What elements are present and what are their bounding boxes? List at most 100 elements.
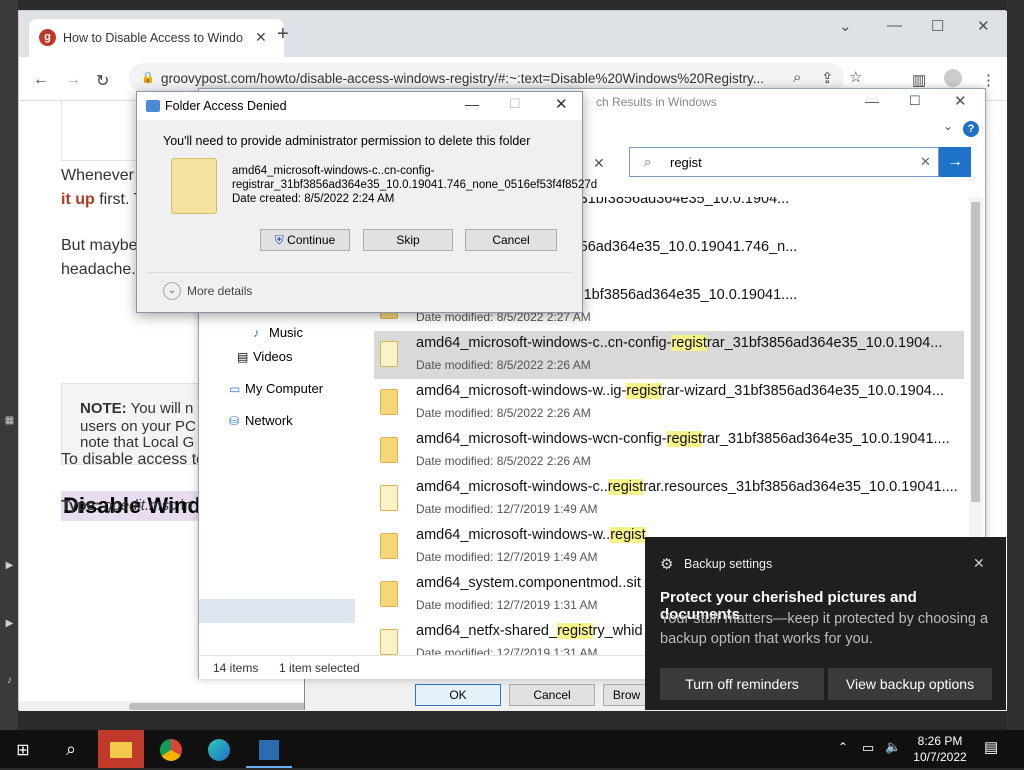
side-panel-icon[interactable]: ▥ <box>912 71 926 89</box>
note-text: note that Local G <box>80 434 195 451</box>
list-item[interactable]: amd64_microsoft-windows-c..cn-config-reg… <box>374 331 964 379</box>
nav-item-videos[interactable]: ▤ Videos <box>237 349 293 364</box>
dialog-title: Folder Access Denied <box>165 99 287 113</box>
ok-button[interactable]: OK <box>415 684 501 706</box>
network-tray-icon[interactable]: ▭ <box>862 740 874 756</box>
uac-shield-icon: ⛨ <box>274 233 284 247</box>
play-icon: ▶ <box>5 560 14 571</box>
profile-avatar-icon[interactable] <box>944 69 962 87</box>
url-text[interactable]: groovypost.com/howto/disable-access-wind… <box>161 71 801 86</box>
explorer-title: ch Results in Windows <box>596 95 717 109</box>
dialog-title-bar: Folder Access Denied — ☐ ✕ <box>137 92 582 120</box>
menu-kebab-icon[interactable]: ⋮ <box>981 71 996 89</box>
clock-date: 10/7/2022 <box>913 750 967 764</box>
scroll-thumb[interactable] <box>971 202 980 502</box>
nav-label: Videos <box>253 349 293 364</box>
chevron-up-icon[interactable]: ⌃ <box>838 740 848 754</box>
note-text: users on your PC <box>80 418 196 435</box>
tab-title: How to Disable Access to Windo <box>63 31 243 45</box>
list-item[interactable]: amd64_microsoft-windows-wcn-config-regis… <box>374 427 964 475</box>
item-date: Date modified: 12/7/2019 1:31 AM <box>416 598 598 612</box>
cancel-button[interactable]: Cancel <box>465 229 557 251</box>
share-icon[interactable]: ⇪ <box>821 69 834 87</box>
list-item[interactable]: amd64_microsoft-windows-w..ig-registrar-… <box>374 379 964 427</box>
more-details-label: More details <box>187 284 253 298</box>
nav-item-music[interactable]: ♪ Music <box>253 325 303 340</box>
forward-button[interactable]: → <box>65 71 81 89</box>
search-button[interactable]: ⌕ <box>48 730 94 768</box>
article-text: headache. <box>61 261 136 278</box>
reload-button[interactable]: ↻ <box>96 71 109 91</box>
underlying-dialog-buttons: OK Cancel Brow <box>304 678 649 710</box>
continue-label: Continue <box>287 233 336 247</box>
favicon-icon: g <box>39 29 56 46</box>
search-input[interactable]: ⌕ regist ✕ <box>629 147 939 177</box>
folder-icon <box>380 581 398 607</box>
item-name: amd64_microsoft-windows-w..ig-registrar-… <box>416 383 944 399</box>
folder-icon <box>380 629 398 655</box>
maximize-button[interactable]: ☐ <box>909 93 921 109</box>
nav-item-my-computer[interactable]: ▭ My Computer <box>229 381 323 396</box>
help-icon[interactable]: ? <box>963 121 979 137</box>
close-window-button[interactable]: ✕ <box>977 17 990 35</box>
close-notification-button[interactable]: ✕ <box>973 555 985 572</box>
close-window-button[interactable]: ✕ <box>954 92 967 110</box>
clock[interactable]: 8:26 PM 10/7/2022 <box>905 733 975 765</box>
maximize-button[interactable]: ☐ <box>931 17 944 35</box>
zoom-search-icon[interactable]: ⌕ <box>793 69 801 86</box>
nav-selection-highlight <box>199 599 355 623</box>
taskbar-app[interactable] <box>246 730 292 768</box>
chevron-down-icon[interactable]: ⌄ <box>943 119 953 133</box>
windows-logo-icon: ⊞ <box>16 742 30 759</box>
app-icon <box>259 740 279 761</box>
start-button[interactable]: ⊞ <box>0 730 46 768</box>
search-go-button[interactable]: → <box>939 147 971 177</box>
turn-off-reminders-button[interactable]: Turn off reminders <box>660 668 824 700</box>
video-icon: ▤ <box>237 350 249 364</box>
minimize-button[interactable]: — <box>465 96 479 112</box>
network-icon: ⛁ <box>229 414 240 428</box>
close-tab-icon[interactable]: ✕ <box>255 29 267 46</box>
view-backup-options-button[interactable]: View backup options <box>828 668 992 700</box>
search-icon: ⌕ <box>644 154 652 169</box>
back-button[interactable]: ← <box>33 71 49 89</box>
folder-icon <box>380 389 398 415</box>
nav-item-network[interactable]: ⛁ Network <box>229 413 293 428</box>
play-icon: ▶ <box>5 618 14 629</box>
taskbar-edge[interactable] <box>196 730 242 768</box>
browser-tab[interactable]: g How to Disable Access to Windo ✕ <box>29 19 284 57</box>
minimize-button[interactable]: — <box>865 93 879 109</box>
minimize-button[interactable]: — <box>887 17 902 34</box>
chevron-down-icon[interactable]: ⌄ <box>839 17 852 35</box>
note-text: You will n <box>126 400 194 417</box>
bookmark-star-icon[interactable]: ☆ <box>849 68 862 86</box>
folder-icon <box>380 533 398 559</box>
music-icon: ♪ <box>7 675 12 686</box>
folder-transfer-icon <box>146 100 160 112</box>
list-item[interactable]: amd64_microsoft-windows-c..registrar.res… <box>374 475 964 523</box>
cancel-button[interactable]: Cancel <box>509 684 595 706</box>
skip-button[interactable]: Skip <box>363 229 453 251</box>
search-icon: ⌕ <box>65 739 77 759</box>
music-icon: ♪ <box>253 326 259 340</box>
article-link[interactable]: it up <box>61 191 95 208</box>
desktop-right-strip <box>1006 0 1024 730</box>
volume-icon[interactable]: 🔈 <box>885 739 901 755</box>
browse-button[interactable]: Brow <box>603 684 649 706</box>
folder-icon <box>110 742 132 759</box>
continue-button[interactable]: ⛨ Continue <box>260 229 350 251</box>
clock-time: 8:26 PM <box>917 734 963 748</box>
taskbar-chrome[interactable] <box>148 730 194 768</box>
notification-center-icon[interactable]: ▤ <box>984 738 998 756</box>
chevron-down-icon: ⌄ <box>163 282 181 300</box>
new-tab-button[interactable]: + <box>277 23 289 46</box>
search-value: regist <box>670 155 702 170</box>
item-date: Date modified: 12/7/2019 1:49 AM <box>416 550 598 564</box>
date-created: Date created: 8/5/2022 2:24 AM <box>232 193 395 205</box>
close-dialog-button[interactable]: ✕ <box>555 95 568 113</box>
clear-address-icon[interactable]: ✕ <box>593 155 605 172</box>
more-details-toggle[interactable]: ⌄ More details <box>163 282 253 300</box>
taskbar-file-explorer[interactable] <box>98 730 144 768</box>
item-date: Date modified: 8/5/2022 2:26 AM <box>416 406 591 420</box>
clear-search-icon[interactable]: ✕ <box>920 154 931 170</box>
